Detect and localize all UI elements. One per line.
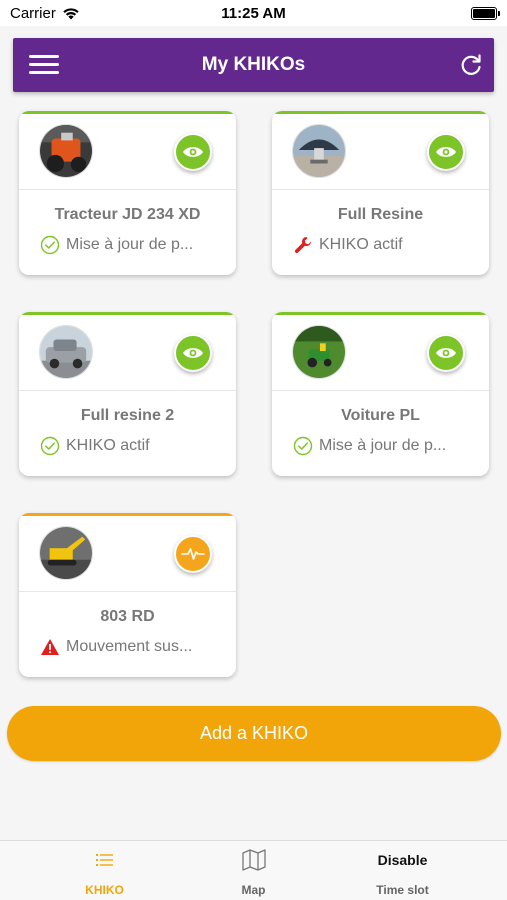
khiko-status: KHIKO actif	[40, 436, 228, 456]
tab-label: Time slot	[376, 883, 429, 897]
avatar	[292, 124, 346, 178]
refresh-icon[interactable]	[458, 52, 484, 78]
tab-label: Map	[241, 883, 266, 897]
divider	[272, 189, 489, 190]
khiko-status: Mise à jour de p...	[40, 235, 228, 255]
khiko-card[interactable]: Full resine 2 KHIKO actif	[19, 312, 236, 476]
eye-icon[interactable]	[174, 334, 212, 372]
avatar	[292, 325, 346, 379]
card-status-bar	[272, 111, 489, 114]
map-icon	[169, 847, 338, 873]
khiko-name: 803 RD	[100, 608, 155, 625]
avatar	[39, 526, 93, 580]
khiko-card[interactable]: Full Resine KHIKO actif	[272, 111, 489, 275]
pulse-icon[interactable]	[174, 535, 212, 573]
tab-map[interactable]: Map	[169, 841, 338, 900]
status-bar: Carrier 11:25 AM	[0, 0, 507, 26]
tab-time-slot[interactable]: Disable Time slot	[318, 841, 487, 900]
divider	[272, 390, 489, 391]
battery-icon	[471, 7, 500, 20]
khiko-card[interactable]: Tracteur JD 234 XD Mise à jour de p...	[19, 111, 236, 275]
khiko-status-text: Mise à jour de p...	[66, 236, 194, 253]
khiko-status: Mise à jour de p...	[293, 436, 481, 456]
page-title: My KHIKOs	[201, 54, 306, 75]
eye-icon[interactable]	[174, 133, 212, 171]
khiko-status-text: Mise à jour de p...	[319, 437, 447, 454]
tab-bar: KHIKO Map Disable Time slot	[0, 840, 507, 900]
divider	[19, 591, 236, 592]
card-status-bar	[19, 111, 236, 114]
avatar	[39, 124, 93, 178]
disable-label: Disable	[377, 852, 428, 868]
khiko-status: Mouvement sus...	[40, 637, 228, 657]
card-status-bar	[19, 513, 236, 516]
khiko-name: Tracteur JD 234 XD	[54, 206, 201, 223]
khiko-card[interactable]: 803 RD Mouvement sus...	[19, 513, 236, 677]
card-status-bar	[272, 312, 489, 315]
tab-label: KHIKO	[85, 883, 124, 897]
divider	[19, 189, 236, 190]
khiko-name: Voiture PL	[341, 407, 420, 424]
khiko-status-text: KHIKO actif	[319, 236, 403, 253]
app-header: My KHIKOs	[13, 38, 494, 92]
clock: 11:25 AM	[221, 5, 286, 22]
disable-indicator: Disable	[318, 847, 487, 873]
check-circle-icon	[40, 235, 60, 255]
add-khiko-button[interactable]: Add a KHIKO	[7, 706, 501, 761]
wrench-icon	[293, 235, 313, 255]
tab-khiko[interactable]: KHIKO	[20, 841, 189, 900]
khiko-name: Full Resine	[337, 206, 424, 223]
khiko-status-text: KHIKO actif	[66, 437, 150, 454]
khiko-name: Full resine 2	[80, 407, 175, 424]
divider	[19, 390, 236, 391]
eye-icon[interactable]	[427, 133, 465, 171]
warning-icon	[40, 637, 60, 657]
khiko-status-text: Mouvement sus...	[66, 638, 193, 655]
eye-icon[interactable]	[427, 334, 465, 372]
check-circle-icon	[293, 436, 313, 456]
khiko-card[interactable]: Voiture PL Mise à jour de p...	[272, 312, 489, 476]
card-status-bar	[19, 312, 236, 315]
avatar	[39, 325, 93, 379]
check-circle-icon	[40, 436, 60, 456]
khiko-status: KHIKO actif	[293, 235, 481, 255]
list-icon	[20, 847, 189, 873]
